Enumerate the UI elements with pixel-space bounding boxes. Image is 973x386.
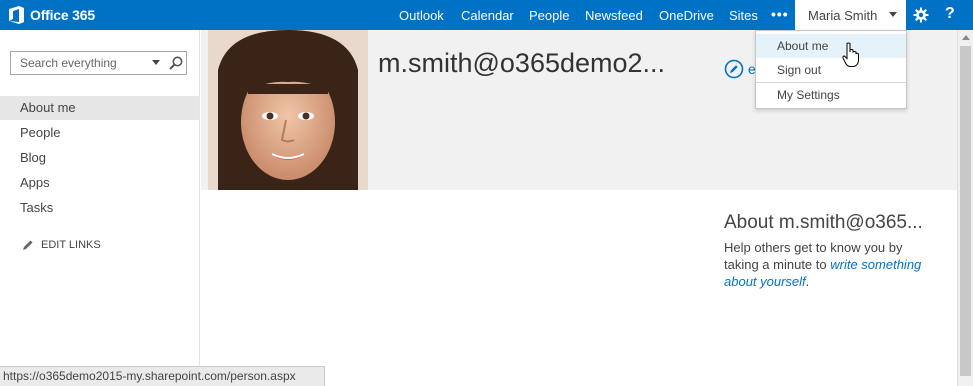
nav-onedrive[interactable]: OneDrive <box>659 8 714 23</box>
about-section-text: Help others get to know you by taking a … <box>724 239 939 290</box>
hand-cursor-icon <box>842 42 859 67</box>
search-icon[interactable] <box>169 56 183 70</box>
chevron-down-icon <box>889 12 897 17</box>
user-name: Maria Smith <box>808 8 878 23</box>
nav-sites[interactable]: Sites <box>729 8 758 23</box>
menu-item-my-settings[interactable]: My Settings <box>756 83 906 107</box>
sidebar-item-blog[interactable]: Blog <box>0 146 199 170</box>
help-button[interactable]: ? <box>945 5 955 23</box>
scroll-up-arrow-icon[interactable] <box>962 35 970 40</box>
more-apps-button[interactable]: ••• <box>771 6 789 22</box>
sidebar-item-tasks[interactable]: Tasks <box>0 196 199 220</box>
search-scope-dropdown-icon[interactable] <box>152 60 160 65</box>
profile-photo <box>208 30 368 190</box>
office-logo-icon <box>9 6 24 24</box>
nav-newsfeed[interactable]: Newsfeed <box>585 8 643 23</box>
about-text-suffix: . <box>805 274 810 289</box>
office365-logo[interactable]: Office 365 <box>8 5 95 25</box>
pencil-icon <box>23 240 33 250</box>
sidebar-item-apps[interactable]: Apps <box>0 171 199 195</box>
about-section-title: About m.smith@o365... <box>724 212 923 233</box>
nav-outlook[interactable]: Outlook <box>399 8 444 23</box>
nav-calendar[interactable]: Calendar <box>461 8 514 23</box>
search-input[interactable] <box>11 52 141 74</box>
search-box <box>10 51 187 75</box>
gear-icon[interactable] <box>913 7 929 23</box>
brand-name: Office 365 <box>30 7 95 23</box>
edit-links-label: EDIT LINKS <box>41 239 101 251</box>
sidebar-item-about-me[interactable]: About me <box>0 96 199 120</box>
profile-name-title: m.smith@o365demo2... <box>378 48 666 78</box>
menu-item-sign-out[interactable]: Sign out <box>756 58 906 82</box>
status-bar-url: https://o365demo2015-my.sharepoint.com/p… <box>0 366 325 386</box>
vertical-scrollbar[interactable] <box>957 30 973 386</box>
menu-item-about-me[interactable]: About me <box>756 34 906 58</box>
user-menu-button[interactable]: Maria Smith <box>795 0 906 30</box>
edit-profile-icon[interactable] <box>724 59 744 79</box>
suite-bar: Office 365 Outlook Calendar People Newsf… <box>0 0 973 30</box>
nav-people[interactable]: People <box>529 8 569 23</box>
user-dropdown-menu: About me Sign out My Settings <box>755 30 907 109</box>
edit-links-button[interactable]: EDIT LINKS <box>22 239 101 251</box>
sidebar-item-people[interactable]: People <box>0 121 199 145</box>
left-navigation: About me People Blog Apps Tasks EDIT LIN… <box>0 30 200 386</box>
scroll-thumb[interactable] <box>960 46 971 376</box>
